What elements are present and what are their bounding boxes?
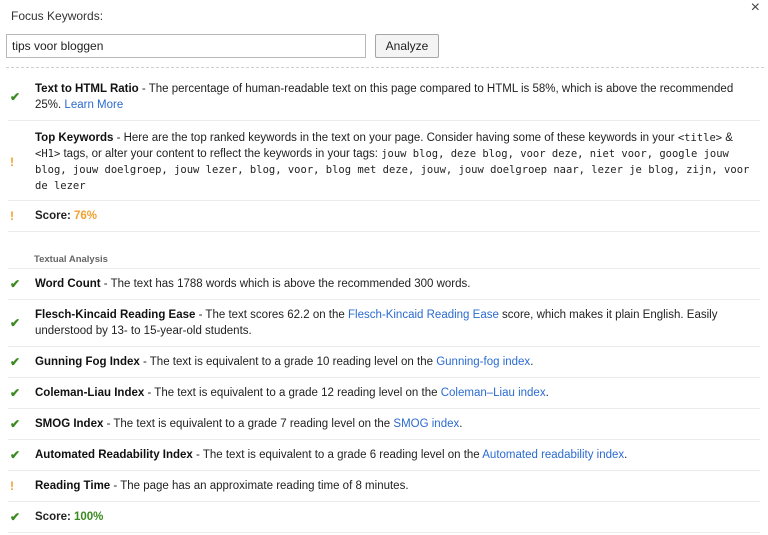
divider [6,67,764,68]
score-label: Score: [35,210,74,222]
check-icon: ✔ [10,510,21,524]
warning-icon: ! [10,209,14,223]
check-icon: ✔ [10,386,21,400]
check-icon: ✔ [10,417,21,431]
close-icon[interactable]: × [751,0,760,16]
check-icon: ✔ [10,448,21,462]
result-word-count: ✔ Word Count - The text has 1788 words w… [8,269,760,300]
result-title: Top Keywords [35,132,114,144]
result-title: Text to HTML Ratio [35,83,139,95]
warning-icon: ! [10,479,14,493]
coleman-liau-link[interactable]: Coleman–Liau index [441,387,546,399]
result-title: Automated Readability Index [35,449,193,461]
result-score-textual: ✔ Score: 100% [8,502,760,533]
result-title: SMOG Index [35,418,104,430]
result-gunning-fog: ✔ Gunning Fog Index - The text is equiva… [8,347,760,378]
result-title: Flesch-Kincaid Reading Ease [35,309,196,321]
smog-link[interactable]: SMOG index [393,418,459,430]
result-automated-readability: ✔ Automated Readability Index - The text… [8,440,760,471]
automated-readability-link[interactable]: Automated readability index [482,449,624,461]
result-title: Word Count [35,278,101,290]
result-reading-time: ! Reading Time - The page has an approxi… [8,471,760,502]
section-title-textual-analysis: Textual Analysis [8,254,760,269]
score-label: Score: [35,511,74,523]
result-title: Reading Time [35,480,111,492]
result-coleman-liau: ✔ Coleman-Liau Index - The text is equiv… [8,378,760,409]
focus-keywords-input[interactable] [6,34,366,58]
result-smog: ✔ SMOG Index - The text is equivalent to… [8,409,760,440]
result-flesch-kincaid: ✔ Flesch-Kincaid Reading Ease - The text… [8,300,760,347]
gunning-fog-link[interactable]: Gunning-fog index [436,356,530,368]
results-list: ✔ Text to HTML Ratio - The percentage of… [8,74,760,533]
score-value: 76% [74,210,98,222]
warning-icon: ! [10,155,14,169]
title-tag: <title> [677,132,723,144]
h1-tag: <H1> [35,148,61,160]
learn-more-link[interactable]: Learn More [64,99,123,111]
result-score-overview: ! Score: 76% [8,201,760,232]
check-icon: ✔ [10,355,21,369]
result-top-keywords: ! Top Keywords - Here are the top ranked… [8,121,760,201]
analyze-button[interactable]: Analyze [375,34,439,58]
result-title: Coleman-Liau Index [35,387,145,399]
flesch-kincaid-link[interactable]: Flesch-Kincaid Reading Ease [348,309,499,321]
check-icon: ✔ [10,277,21,291]
result-html-ratio: ✔ Text to HTML Ratio - The percentage of… [8,74,760,121]
result-title: Gunning Fog Index [35,356,140,368]
check-icon: ✔ [10,90,21,104]
check-icon: ✔ [10,316,21,330]
score-value: 100% [74,511,104,523]
focus-keywords-label: Focus Keywords: [11,9,104,23]
